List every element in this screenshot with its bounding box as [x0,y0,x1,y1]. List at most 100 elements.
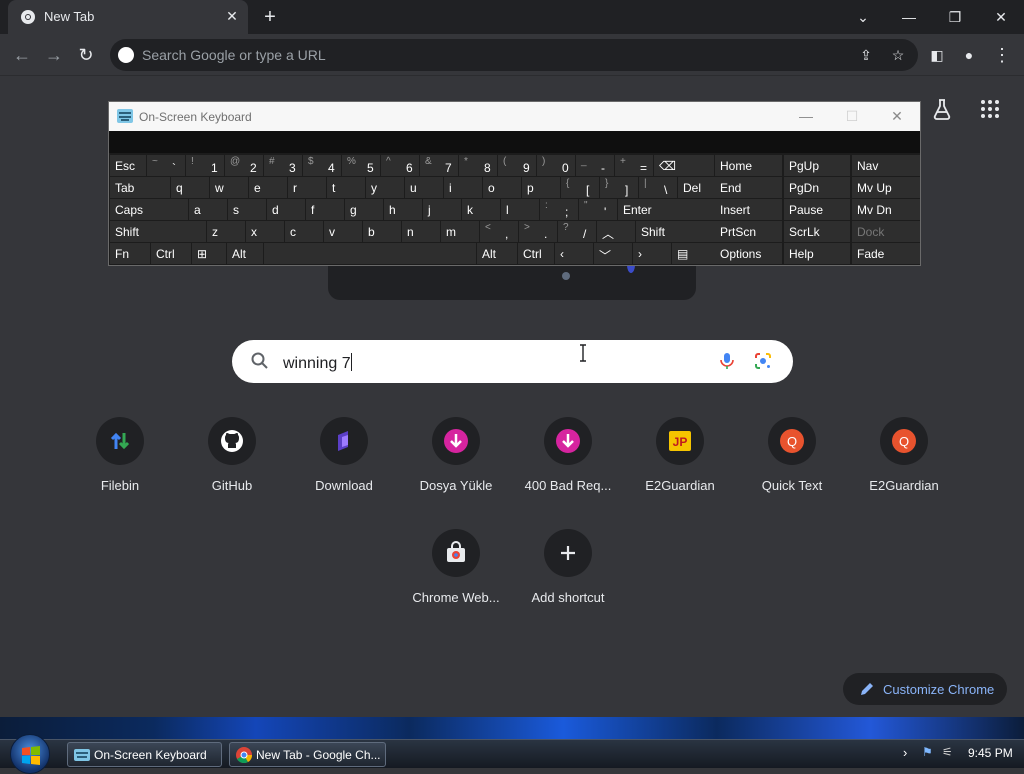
osk-key-i[interactable]: i [444,177,482,198]
customize-chrome-button[interactable]: Customize Chrome [843,673,1007,705]
osk-key-s[interactable]: s [228,199,266,220]
osk-key-ctrl[interactable]: Ctrl [151,243,191,264]
google-lens-icon[interactable] [753,351,773,371]
osk-key-2[interactable]: @2 [225,155,263,176]
osk-key-r1k12[interactable]: }] [600,177,638,198]
forward-arrow-icon[interactable]: → [42,43,66,67]
close-window-button[interactable]: ✕ [986,4,1016,30]
labs-flask-icon[interactable] [930,97,954,121]
osk-key-n[interactable]: n [402,221,440,242]
osk-key-r[interactable]: r [288,177,326,198]
osk-key-l[interactable]: l [501,199,539,220]
osk-key-pgdn[interactable]: PgDn [784,177,850,198]
osk-key-r4k9[interactable]: › [633,243,671,264]
osk-minimize-button[interactable]: — [791,106,821,126]
shortcut-e2guardian-jp[interactable]: JP E2Guardian [624,417,736,517]
osk-key-r0k13[interactable]: + = [615,155,653,176]
osk-key-r4k8[interactable]: ﹀ [594,243,632,264]
minimize-button[interactable]: — [894,4,924,30]
search-box[interactable]: winning 7 [232,340,793,383]
tray-expand-chevron-icon[interactable]: › [903,745,907,760]
osk-key-r4k2[interactable]: ⊞ [192,243,226,264]
osk-key-r3k11[interactable]: ︿ [597,221,635,242]
osk-key-scrlk[interactable]: ScrLk [784,221,850,242]
taskbar-item-osk[interactable]: On-Screen Keyboard [67,742,222,767]
osk-key-3[interactable]: #3 [264,155,302,176]
osk-key-j[interactable]: j [423,199,461,220]
reload-icon[interactable]: ↻ [74,43,98,67]
osk-key-9[interactable]: (9 [498,155,536,176]
osk-key-x[interactable]: x [246,221,284,242]
osk-key-e[interactable]: e [249,177,287,198]
osk-key-esc[interactable]: Esc [110,155,146,176]
shortcut-chrome-web-store[interactable]: Chrome Web... [400,529,512,629]
osk-key-r0k1[interactable]: ~ ` [147,155,185,176]
search-input[interactable]: winning 7 [283,353,352,373]
osk-key-caps[interactable]: Caps [110,199,188,220]
osk-key-ctrl[interactable]: Ctrl [518,243,554,264]
shortcut-dosya-yukle[interactable]: Dosya Yükle [400,417,512,517]
osk-key-f[interactable]: f [306,199,344,220]
osk-key-r4k7[interactable]: ‹ [555,243,593,264]
shortcut-github[interactable]: GitHub [176,417,288,517]
start-button[interactable] [10,734,50,774]
bookmark-star-icon[interactable]: ☆ [888,45,908,65]
osk-key-r2k11[interactable]: " ' [579,199,617,220]
osk-key-p[interactable]: p [522,177,560,198]
share-icon[interactable]: ⇪ [856,45,876,65]
osk-key-pgup[interactable]: PgUp [784,155,850,176]
osk-key-r2k10[interactable]: :; [540,199,578,220]
osk-key-tab[interactable]: Tab [110,177,170,198]
voice-search-mic-icon[interactable] [717,351,737,371]
shortcut-quick-text[interactable]: Q Quick Text [736,417,848,517]
osk-key-r4k10[interactable]: ▤ [672,243,720,264]
osk-key-insert[interactable]: Insert [715,199,782,220]
side-panel-icon[interactable]: ◧ [925,43,949,67]
google-apps-icon[interactable] [978,97,1002,121]
osk-key-shift[interactable]: Shift [636,221,720,242]
osk-key-w[interactable]: w [210,177,248,198]
osk-key-fade[interactable]: Fade [852,243,920,264]
osk-close-button[interactable]: ✕ [882,106,912,126]
profile-icon[interactable]: ● [957,43,981,67]
osk-key-b[interactable]: b [363,221,401,242]
omnibox[interactable]: Search Google or type a URL ⇪ ☆ [110,39,918,71]
osk-key-r3k10[interactable]: ? / [558,221,596,242]
osk-key-mv-up[interactable]: Mv Up [852,177,920,198]
osk-key-7[interactable]: & 7 [420,155,458,176]
shortcut-filebin[interactable]: Filebin [64,417,176,517]
osk-key-r1k11[interactable]: {[ [561,177,599,198]
osk-key-alt[interactable]: Alt [227,243,263,264]
osk-key-4[interactable]: $4 [303,155,341,176]
add-shortcut-button[interactable]: Add shortcut [512,529,624,629]
osk-key-pause[interactable]: Pause [784,199,850,220]
shortcut-e2guardian-q[interactable]: Q E2Guardian [848,417,960,517]
osk-key-y[interactable]: y [366,177,404,198]
osk-key-c[interactable]: c [285,221,323,242]
menu-kebab-icon[interactable]: ⋮ [990,43,1014,67]
close-tab-icon[interactable]: ✕ [224,8,240,24]
osk-key-0[interactable]: ) 0 [537,155,575,176]
osk-key-q[interactable]: q [171,177,209,198]
osk-key-del[interactable]: Del [678,177,720,198]
taskbar-item-chrome[interactable]: New Tab - Google Ch... [229,742,386,767]
osk-key-options[interactable]: Options [715,243,782,264]
tab-search-chevron-icon[interactable]: ⌄ [848,4,878,30]
new-tab-button[interactable]: + [258,6,282,28]
osk-key-h[interactable]: h [384,199,422,220]
osk-key-m[interactable]: m [441,221,479,242]
osk-key-space[interactable] [264,243,476,264]
osk-key-o[interactable]: o [483,177,521,198]
network-icon[interactable]: ⚟ [942,745,953,759]
osk-key-5[interactable]: % 5 [342,155,380,176]
osk-key-end[interactable]: End [715,177,782,198]
osk-key-r3k8[interactable]: <, [480,221,518,242]
back-arrow-icon[interactable]: ← [10,43,34,67]
restore-button[interactable]: ❐ [940,4,970,30]
osk-key-6[interactable]: ^ 6 [381,155,419,176]
osk-key-nav[interactable]: Nav [852,155,920,176]
shortcut-download[interactable]: Download [288,417,400,517]
osk-key-8[interactable]: * 8 [459,155,497,176]
osk-key-enter[interactable]: Enter [618,199,724,220]
osk-key-u[interactable]: u [405,177,443,198]
